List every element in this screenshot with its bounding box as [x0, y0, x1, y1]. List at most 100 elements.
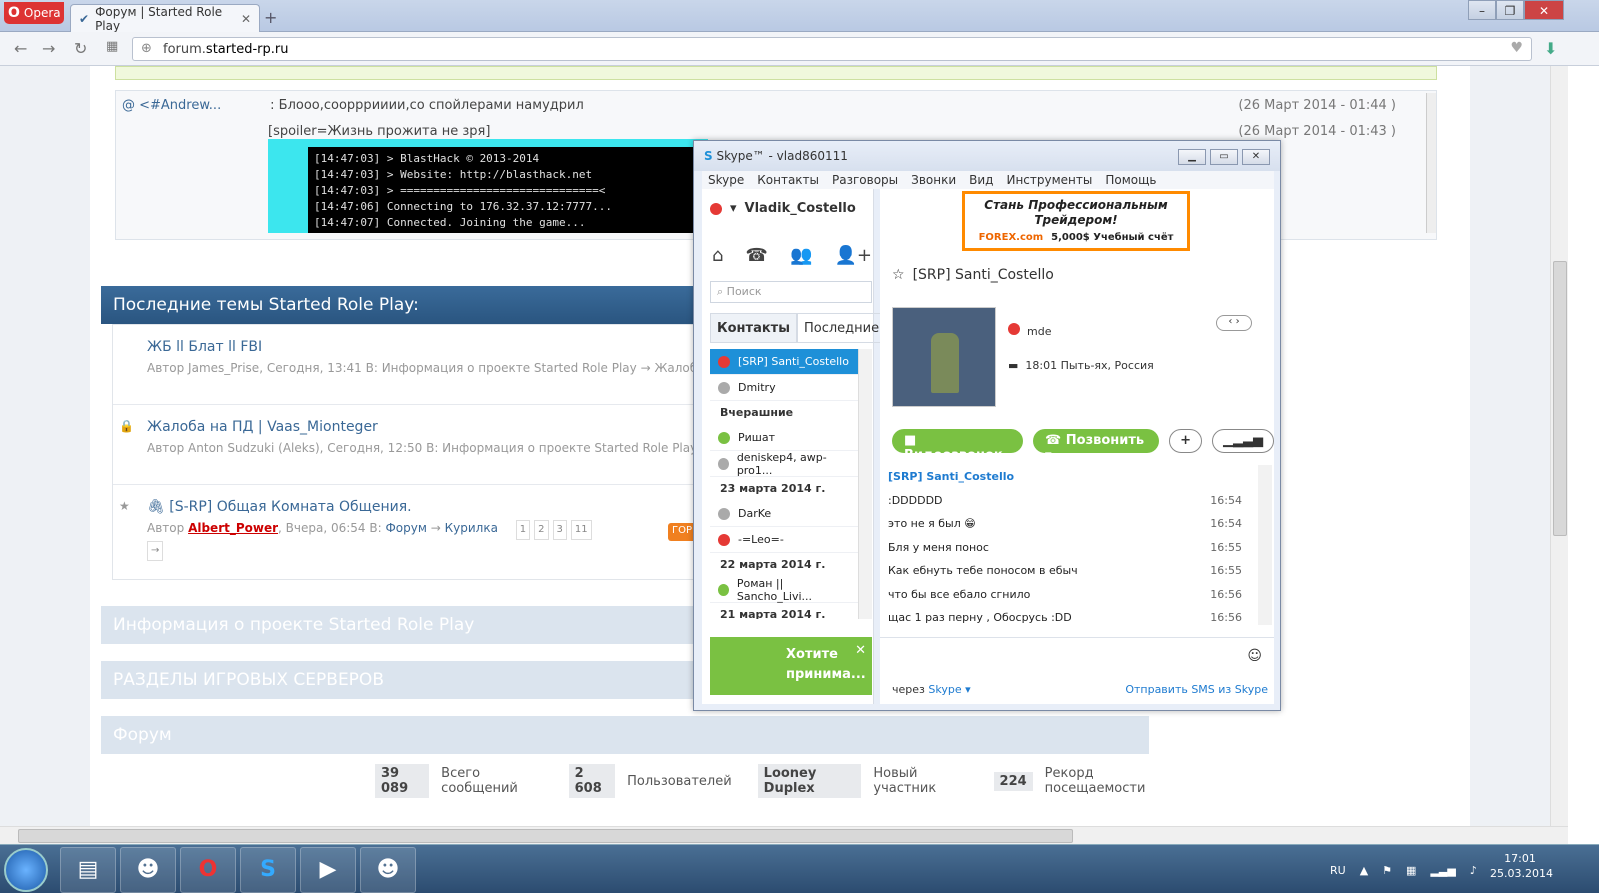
signal-quality-button[interactable]: ▁▂▃▅: [1212, 429, 1274, 453]
skype-user[interactable]: ▾ Vladik_Costello: [710, 201, 856, 216]
contact-list-scrollbar[interactable]: [858, 349, 872, 619]
minimize-button[interactable]: –: [1468, 0, 1496, 20]
promo-close-icon[interactable]: ✕: [855, 641, 866, 661]
contact-item[interactable]: deniskep4, awp-pro1...: [710, 451, 858, 477]
bookmark-heart-icon[interactable]: ♥: [1510, 40, 1523, 56]
contact-group-label: Вчерашние: [720, 406, 794, 419]
skype-icon: S: [260, 857, 276, 882]
volume-icon[interactable]: ♪: [1470, 864, 1477, 877]
menu-view[interactable]: Вид: [969, 173, 993, 187]
status-green-icon: [718, 583, 729, 596]
tab-forum[interactable]: ✔ Форум | Started Role Play ✕: [70, 4, 260, 33]
message-input[interactable]: ☺: [880, 637, 1274, 679]
menu-contacts[interactable]: Контакты: [757, 173, 819, 187]
new-tab-icon[interactable]: +: [264, 8, 277, 27]
contact-item[interactable]: Ришат: [710, 425, 858, 451]
taskbar-media-player[interactable]: ▶: [300, 847, 356, 893]
download-icon[interactable]: ⬇: [1544, 39, 1557, 58]
forward-icon[interactable]: →: [42, 39, 55, 58]
status-red-icon: [718, 533, 730, 546]
speed-dial-icon[interactable]: ▦: [106, 39, 118, 54]
chat-message: это не я был 😁 16:54: [888, 517, 1242, 531]
spoiler-screenshot: [14:47:03] > BlastHack © 2013-2014 [14:4…: [268, 139, 708, 233]
restore-button[interactable]: ❐: [1496, 0, 1524, 20]
page-horizontal-scrollbar[interactable]: [0, 826, 1568, 844]
russia-flag-icon: ▬: [1008, 359, 1019, 372]
skype-window: S Skype™ - vlad860111 ▁ ▭ ✕ Skype Контак…: [693, 140, 1281, 711]
phone-icon: ☎: [1045, 433, 1062, 448]
clock[interactable]: 17:01 25.03.2014: [1490, 851, 1553, 881]
skype-maximize-button[interactable]: ▭: [1210, 149, 1238, 165]
chat-scrollbar[interactable]: [1258, 465, 1272, 625]
windows-taskbar: ▤ ☻ O S ▶ ☻ RU ▲ ⚑ ▦ ▂▃▅ ♪ 17:01 25.03.2…: [0, 844, 1599, 893]
browser-tabbar: O Opera ✔ Форум | Started Role Play ✕ + – ❐…: [0, 0, 1599, 33]
menu-conversations[interactable]: Разговоры: [832, 173, 898, 187]
taskbar-opera[interactable]: O: [180, 847, 236, 893]
video-call-button[interactable]: ■ Видеозвонок: [892, 429, 1024, 463]
opera-menu-button[interactable]: O Opera: [4, 2, 64, 24]
address-input[interactable]: forum.started-rp.ru ⊕ ♥: [132, 37, 1532, 61]
signal-bars-icon: ▁▂▃▅: [1223, 433, 1263, 448]
status-green-icon: [718, 431, 730, 444]
camera-icon: ■: [904, 433, 917, 448]
horizontal-scroll-thumb[interactable]: [18, 829, 1073, 843]
start-button[interactable]: [4, 848, 48, 892]
status-gray-icon: [718, 457, 729, 470]
group-icon[interactable]: 👥: [790, 245, 812, 266]
signal-icon[interactable]: ▂▃▅: [1430, 864, 1455, 877]
favorite-star-icon[interactable]: ☆: [892, 267, 905, 283]
add-contact-icon[interactable]: 👤+: [834, 245, 872, 266]
vertical-scroll-thumb[interactable]: [1553, 261, 1567, 536]
flag-icon[interactable]: ⚑: [1382, 864, 1392, 877]
taskbar-app-samp[interactable]: ☻: [360, 847, 416, 893]
contact-group-label: 23 марта 2014 г.: [720, 482, 826, 495]
call-actions: ■ Видеозвонок ☎ Позвонить ▾ + ▁▂▃▅: [892, 429, 1274, 463]
home-icon[interactable]: ⌂: [712, 245, 723, 266]
menu-help[interactable]: Помощь: [1105, 173, 1156, 187]
status-busy-icon[interactable]: [710, 202, 722, 215]
menu-calls[interactable]: Звонки: [911, 173, 956, 187]
contact-avatar[interactable]: [892, 307, 996, 407]
skype-conversation: Стань Профессиональным Трейдером! FOREX.…: [880, 189, 1274, 704]
contact-item[interactable]: Роман || Sancho_Livi...: [710, 577, 858, 603]
chat-message: Бля у меня понос 16:55: [888, 540, 1242, 554]
contact-item[interactable]: Dmitry: [710, 375, 858, 401]
section-forum[interactable]: Форум: [101, 716, 1149, 754]
page-vertical-scrollbar[interactable]: [1550, 66, 1568, 826]
address-toolbar: ← → ↻ ▦ forum.started-rp.ru ⊕ ♥ ⬇: [0, 32, 1599, 66]
promo-banner[interactable]: Хотите принима... ✕: [710, 637, 872, 695]
reload-icon[interactable]: ↻: [74, 39, 87, 58]
contact-item[interactable]: [SRP] Santi_Costello: [710, 349, 858, 375]
taskbar-app-game[interactable]: ☻: [120, 847, 176, 893]
menu-skype[interactable]: Skype: [708, 173, 744, 187]
back-icon[interactable]: ←: [14, 39, 27, 58]
globe-icon: ⊕: [141, 41, 152, 56]
emoticon-icon[interactable]: ☺: [1247, 648, 1262, 664]
contact-item[interactable]: DarKe: [710, 501, 858, 527]
status-red-icon: [718, 355, 730, 368]
attachment-icon: 🖇: [147, 499, 165, 515]
status-gray-icon: [718, 507, 730, 520]
network-icon[interactable]: ▦: [1406, 864, 1416, 877]
call-button[interactable]: ☎ Позвонить ▾: [1033, 429, 1160, 463]
taskbar-explorer[interactable]: ▤: [60, 847, 116, 893]
tab-contacts[interactable]: Контакты: [710, 313, 797, 343]
skype-minimize-button[interactable]: ▁: [1178, 149, 1206, 165]
add-button[interactable]: +: [1169, 429, 1202, 453]
skype-logo-icon: S: [704, 149, 713, 163]
menu-tools[interactable]: Инструменты: [1006, 173, 1092, 187]
close-window-button[interactable]: ✕: [1524, 0, 1564, 20]
forex-ad[interactable]: Стань Профессиональным Трейдером! FOREX.…: [962, 191, 1190, 251]
taskbar-skype[interactable]: S: [240, 847, 296, 893]
phone-icon[interactable]: ☎: [746, 245, 768, 266]
site-favicon-icon: ✔: [79, 11, 90, 26]
posts-scrollbar[interactable]: [1426, 93, 1436, 233]
hot-badge: ГОР: [668, 523, 696, 541]
contact-item[interactable]: -=Leo=-: [710, 527, 858, 553]
tab-close-icon[interactable]: ✕: [241, 12, 251, 26]
tray-arrow-icon[interactable]: ▲: [1360, 864, 1368, 877]
tab-recent[interactable]: Последние: [796, 313, 887, 343]
skype-close-button[interactable]: ✕: [1242, 149, 1270, 165]
skype-search-input[interactable]: ⌕ Поиск: [710, 281, 872, 303]
profile-nav-arrows[interactable]: ‹ ›: [1216, 315, 1252, 331]
